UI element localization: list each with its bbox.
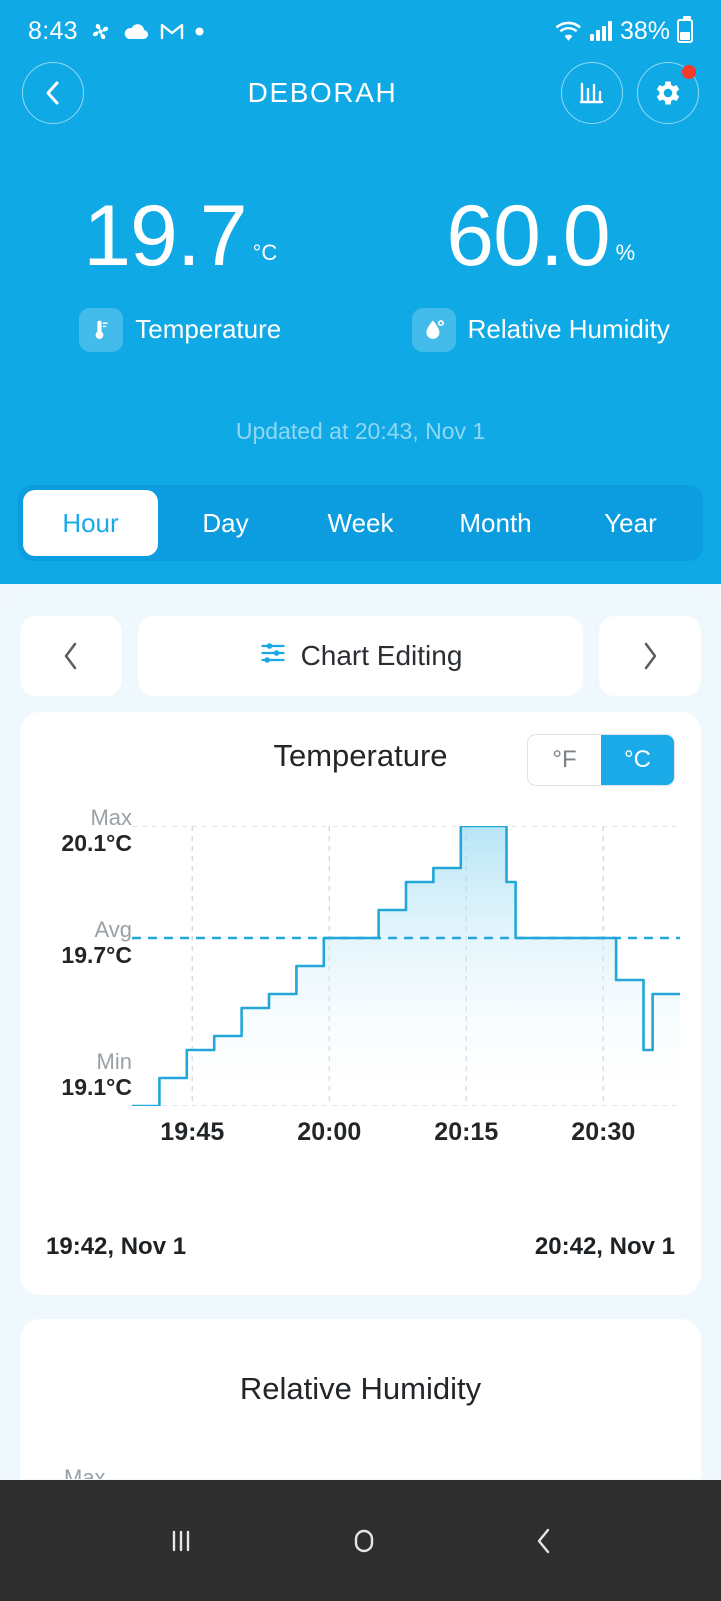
y-label-min: Min 19.1°C: [61, 1049, 132, 1101]
page-title: DEBORAH: [247, 77, 398, 108]
android-navigation-bar: [0, 1480, 721, 1601]
recents-icon[interactable]: [164, 1524, 198, 1558]
cloud-icon: [123, 21, 149, 41]
y-label-max: Max 20.1°C: [61, 805, 132, 857]
tab-week[interactable]: Week: [293, 490, 428, 556]
temperature-unit: °C: [252, 239, 278, 265]
dot-icon: [195, 27, 204, 36]
top-blue-panel: 8:43 38% DEBORAH 19.7 °C Temperature 60.…: [0, 0, 721, 584]
temperature-value: 19.7: [83, 188, 247, 284]
wifi-icon: [555, 20, 582, 42]
temperature-series-svg: [130, 824, 682, 1108]
content-panel: Chart Editing Temperature °F °C Max 20.1…: [0, 584, 721, 1479]
battery-icon: [677, 16, 693, 43]
temperature-chart-card: Temperature °F °C Max 20.1°C Avg 19.7°C …: [20, 712, 701, 1295]
updated-timestamp: Updated at 20:43, Nov 1: [235, 418, 486, 444]
range-start-label: 19:42, Nov 1: [46, 1233, 187, 1260]
x-tick-3: 20:30: [571, 1118, 636, 1146]
temperature-chart-title: Temperature: [273, 738, 448, 773]
chart-editing-label: Chart Editing: [300, 640, 463, 671]
y-label-max-value: 20.1°C: [61, 830, 132, 857]
humidity-drop-icon: [411, 307, 456, 352]
tab-month[interactable]: Month: [428, 490, 563, 556]
notification-dot: [682, 65, 696, 79]
header-actions: [561, 62, 699, 124]
stats-button[interactable]: [561, 62, 623, 124]
chart-next-button[interactable]: [599, 616, 701, 696]
fan-icon: [89, 20, 112, 43]
humidity-chart-title: Relative Humidity: [239, 1371, 482, 1406]
humidity-card-header: Relative Humidity: [20, 1319, 701, 1459]
temperature-label: Temperature: [135, 314, 282, 345]
unit-toggle[interactable]: °F °C: [527, 734, 675, 786]
y-label-min-value: 19.1°C: [61, 1074, 132, 1101]
sliders-icon: [259, 639, 287, 674]
humidity-label-row: Relative Humidity: [361, 307, 721, 352]
temperature-value-row: 19.7 °C: [0, 188, 361, 284]
settings-button[interactable]: [637, 62, 699, 124]
humidity-unit: %: [615, 239, 636, 265]
tab-day[interactable]: Day: [158, 490, 293, 556]
humidity-value-row: 60.0 %: [361, 188, 721, 284]
period-tabs: Hour Day Week Month Year: [18, 485, 703, 561]
y-label-avg-key: Avg: [94, 917, 132, 942]
humidity-value: 60.0: [446, 188, 610, 284]
battery-percent: 38%: [619, 16, 670, 45]
tab-year[interactable]: Year: [563, 490, 698, 556]
temperature-label-row: Temperature: [0, 307, 361, 352]
gmail-icon: [160, 21, 184, 41]
home-icon[interactable]: [346, 1523, 382, 1559]
temperature-area-fill: [132, 826, 680, 1106]
y-label-max-key: Max: [90, 805, 132, 830]
temperature-y-axis: Max 20.1°C Avg 19.7°C Min 19.1°C: [20, 800, 138, 1140]
humidity-chart-card: Relative Humidity Max: [20, 1319, 701, 1479]
status-bar-right: 38%: [555, 16, 693, 46]
temperature-plot-area: [130, 824, 682, 1108]
back-icon[interactable]: [531, 1524, 557, 1558]
reading-temperature: 19.7 °C Temperature: [0, 188, 361, 352]
unit-celsius-option[interactable]: °C: [601, 735, 674, 785]
y-label-avg-value: 19.7°C: [61, 942, 132, 969]
humidity-label: Relative Humidity: [467, 314, 670, 345]
temperature-range-row: 19:42, Nov 1 20:42, Nov 1: [46, 1233, 675, 1261]
humidity-series-svg: [20, 1459, 701, 1479]
y-label-avg: Avg 19.7°C: [61, 917, 132, 969]
tab-hour[interactable]: Hour: [23, 490, 158, 556]
chart-nav-row: Chart Editing: [20, 616, 701, 696]
y-label-min-key: Min: [96, 1049, 132, 1074]
status-bar-left: 8:43: [28, 17, 204, 46]
temperature-card-header: Temperature °F °C: [20, 712, 701, 800]
readings-row: 19.7 °C Temperature 60.0 % Relative Humi…: [0, 188, 721, 352]
app-header: DEBORAH: [0, 58, 721, 128]
humidity-chart[interactable]: Max: [20, 1459, 701, 1479]
range-end-label: 20:42, Nov 1: [534, 1233, 675, 1260]
reading-humidity: 60.0 % Relative Humidity: [361, 188, 721, 352]
thermometer-icon: [79, 307, 124, 352]
x-tick-0: 19:45: [160, 1118, 225, 1146]
temperature-chart[interactable]: Max 20.1°C Avg 19.7°C Min 19.1°C 19:45 2…: [20, 800, 701, 1146]
back-button[interactable]: [22, 62, 84, 124]
signal-icon: [589, 20, 613, 42]
chart-prev-button[interactable]: [20, 616, 122, 696]
chart-editing-button[interactable]: Chart Editing: [138, 616, 583, 696]
temperature-x-axis: 19:45 20:00 20:15 20:30: [132, 1118, 680, 1152]
unit-fahrenheit-option[interactable]: °F: [528, 735, 601, 785]
x-tick-2: 20:15: [434, 1118, 499, 1146]
status-bar: 8:43 38%: [0, 0, 721, 62]
status-time: 8:43: [28, 16, 78, 45]
x-tick-1: 20:00: [297, 1118, 362, 1146]
